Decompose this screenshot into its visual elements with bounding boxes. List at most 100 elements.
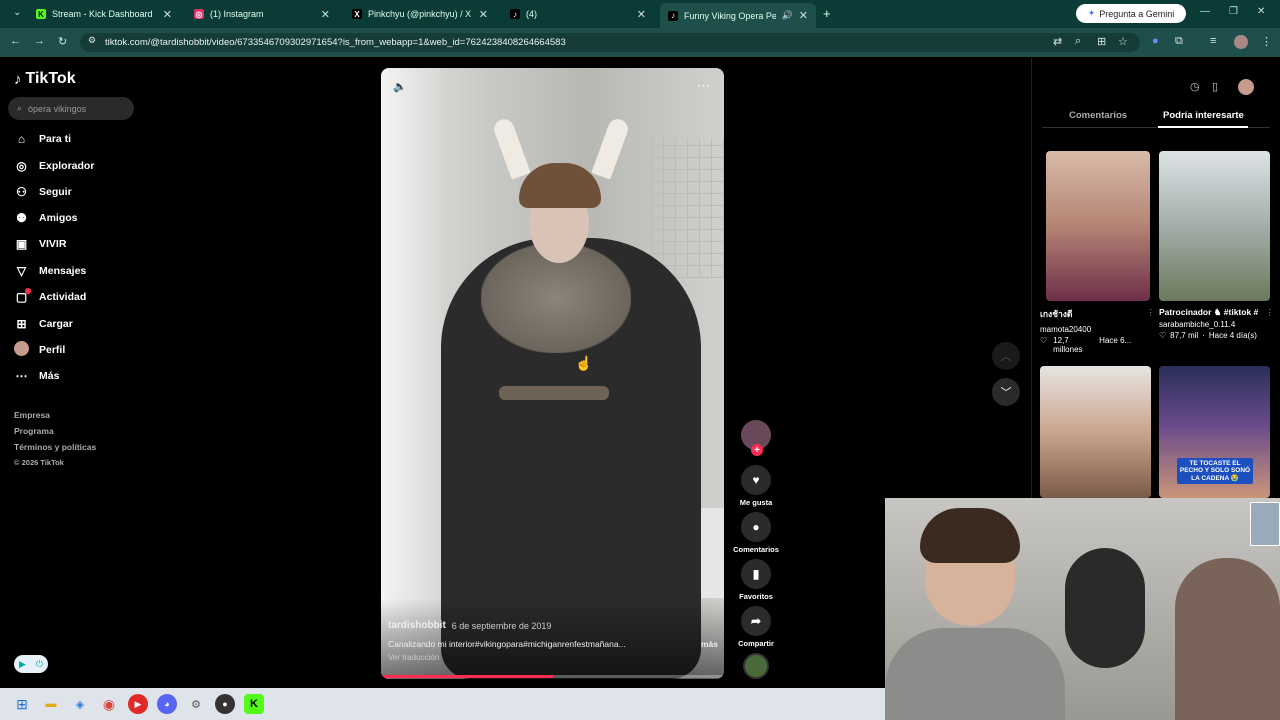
chevron-up-icon: ︿ [1000,351,1012,363]
minimize-button[interactable]: — [1200,6,1210,17]
video-card-thumbnail[interactable] [1046,151,1150,301]
get-app-toggle[interactable]: ▶ ⏻ [14,655,48,673]
video-card[interactable]: เกงช้างดี ⋮ mamota20400 ♡ 12,7 millones Hac… [1040,307,1155,354]
discord-icon[interactable]: ◕ [157,694,177,714]
clock-icon[interactable]: ◷ [1190,80,1200,93]
music-disc-icon[interactable] [743,653,769,679]
close-icon[interactable]: ✕ [479,8,488,21]
gemini-icon: ✦ [1087,8,1096,18]
video-app-icon[interactable]: ▶ [128,694,148,714]
windows-start-icon[interactable]: ⊞ [12,694,32,714]
favorites-button[interactable]: ▮ Favoritos [737,559,775,601]
tiktok-logo[interactable]: ♪ TikTok [14,70,76,88]
chrome-icon[interactable]: ◉ [99,694,119,714]
kick-icon[interactable]: K [244,694,264,714]
extension-icon[interactable]: ● [1152,35,1159,47]
mouse-cursor-icon: ☝ [575,355,593,371]
tab-instagram[interactable]: ◎ (1) Instagram ✕ [186,3,338,25]
file-explorer-icon[interactable]: ▬ [41,694,61,714]
speaker-icon[interactable]: 🔊 [782,10,793,21]
more-options-icon[interactable]: ⋮ [1266,307,1275,318]
translate-icon[interactable]: ⇄ [1053,35,1062,48]
tab-podria-interesarte[interactable]: Podría interesarte [1163,110,1244,121]
extensions-puzzle-icon[interactable]: ⧉ [1175,35,1183,48]
heart-icon: ♡ [1159,331,1167,340]
search-input[interactable]: ⌕ ópera vikingos [8,97,134,120]
video-card[interactable]: Patrocinador ♞ #tiktok # ⋮ sarabambiche_0… [1159,307,1274,340]
browser-menu-icon[interactable]: ⋮ [1261,35,1272,48]
back-icon[interactable]: ← [10,35,21,47]
tab-tiktok-4[interactable]: ♪ (4) ✕ [502,3,654,25]
nav-item-explorador[interactable]: ◎ Explorador [14,156,94,176]
comments-button[interactable]: ● Comentarios [733,512,779,554]
url-text[interactable]: tiktok.com/@tardishobbit/video/673354670… [105,37,566,48]
person-body-left [885,628,1065,720]
nav-item-para-ti[interactable]: ⌂ Para ti [14,129,71,149]
media-controls-icon[interactable]: ≡ [1210,35,1216,47]
progress-track[interactable] [381,675,724,678]
caption-text: Canalizando mi interior#vikingopara#mich… [388,639,626,649]
nav-item-mensajes[interactable]: ▽ Mensajes [14,261,86,281]
tab-x[interactable]: X Pinkchyu (@pinkchyu) / X ✕ [344,3,496,25]
bookmark-star-icon[interactable]: ☆ [1118,35,1128,48]
tab-comentarios[interactable]: Comentarios [1069,110,1127,121]
nav-item-cargar[interactable]: ⊞ Cargar [14,314,72,334]
zoom-icon[interactable]: ⌕ [1075,35,1081,48]
site-info-icon[interactable]: ⚙ [88,35,96,46]
like-label: Me gusta [739,498,773,507]
previous-video-button[interactable]: ︿ [992,342,1020,370]
next-video-button[interactable]: ﹀ [992,378,1020,406]
video-card-thumbnail[interactable] [1040,366,1151,498]
footer-link-programa[interactable]: Programa [14,426,54,436]
phone-icon[interactable]: ▯ [1212,80,1218,93]
reload-icon[interactable]: ↻ [58,35,67,48]
profile-avatar[interactable] [1234,35,1248,49]
heart-icon: ♡ [1040,336,1048,345]
settings-gear-icon[interactable]: ⚙ [186,694,206,714]
close-icon[interactable]: ✕ [163,8,172,21]
install-icon[interactable]: ⊞ [1097,35,1106,48]
nav-item-actividad[interactable]: ▢ Actividad [14,287,86,307]
more-options-icon[interactable]: ⋮ [1147,307,1156,321]
close-icon[interactable]: ✕ [799,9,808,22]
close-icon[interactable]: ✕ [321,8,330,21]
maximize-button[interactable]: ❐ [1229,6,1238,17]
more-link[interactable]: más [701,639,718,649]
video-card-thumbnail[interactable] [1159,151,1270,301]
gemini-button[interactable]: ✦ Pregunta a Gemini [1076,4,1186,23]
footer-link-empresa[interactable]: Empresa [14,410,50,420]
more-options-icon[interactable]: ⋯ [697,78,710,94]
app-icon[interactable]: ◈ [70,694,90,714]
tab-search-icon[interactable]: ⌄ [13,7,21,18]
obs-icon[interactable]: ● [215,694,235,714]
forward-icon[interactable]: → [34,35,45,47]
nav-item-seguir[interactable]: ⚇ Seguir [14,182,72,202]
video-player[interactable]: 🔈 ⋯ [381,68,724,679]
translate-link[interactable]: Ver traducción [388,653,718,662]
like-button[interactable]: ♥ Me gusta [737,465,775,507]
footer-link-terms[interactable]: Términos y políticas [14,442,96,452]
nav-item-mas[interactable]: ⋯ Más [14,366,60,386]
window-close-button[interactable]: ✕ [1257,6,1265,17]
card-views: 87,7 mil [1170,331,1199,340]
user-avatar[interactable] [1238,79,1254,95]
new-tab-button[interactable]: + [823,6,831,21]
share-button[interactable]: ➦ Compartir [737,606,775,648]
author-name[interactable]: tardishobbit [388,620,446,631]
nav-label: Perfil [39,344,66,356]
creator-avatar-button[interactable]: + [737,420,775,456]
close-icon[interactable]: ✕ [637,8,646,21]
thumbnail-overlay-text: TE TOCASTE EL PECHO Y SOLO SONÓ LA CADEN… [1177,458,1253,484]
tab-tiktok-active[interactable]: ♪ Funny Viking Opera Perfor 🔊 ✕ [660,3,816,28]
tab-kick[interactable]: K Stream - Kick Dashboard ✕ [28,3,180,25]
nav-item-vivir[interactable]: ▣ VIVIR [14,234,67,254]
follow-plus-icon[interactable]: + [751,444,763,456]
tiktok-icon: ♪ [668,10,678,21]
mute-icon[interactable]: 🔈 [393,80,407,93]
video-card-thumbnail[interactable]: TE TOCASTE EL PECHO Y SOLO SONÓ LA CADEN… [1159,366,1270,498]
card-user: sarabambiche_0.11.4 [1159,320,1236,329]
person-hair-left [920,508,1020,563]
nav-label: Seguir [39,186,72,198]
nav-item-perfil[interactable]: Perfil [14,340,65,360]
nav-item-amigos[interactable]: ⚉ Amigos [14,208,77,228]
